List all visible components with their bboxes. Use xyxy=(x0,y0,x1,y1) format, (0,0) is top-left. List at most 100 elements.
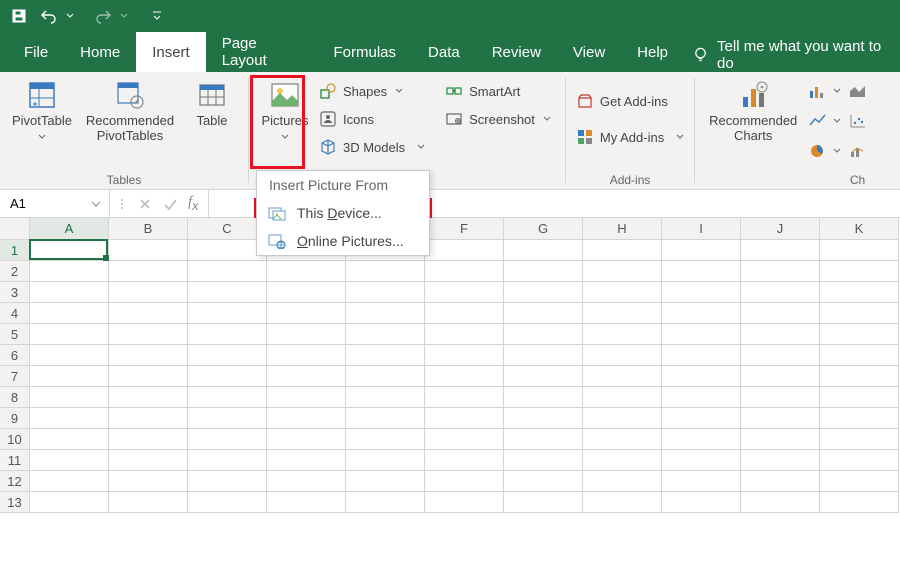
cell[interactable] xyxy=(30,345,109,366)
cell[interactable] xyxy=(267,492,346,513)
row-header[interactable]: 5 xyxy=(0,324,30,345)
cell[interactable] xyxy=(109,303,188,324)
row-header[interactable]: 7 xyxy=(0,366,30,387)
3d-models-button[interactable]: 3D Models xyxy=(319,136,425,158)
cell[interactable] xyxy=(820,471,899,492)
cell[interactable] xyxy=(583,387,662,408)
screenshot-button[interactable]: Screenshot xyxy=(445,108,551,130)
cell[interactable] xyxy=(583,408,662,429)
cell[interactable] xyxy=(741,471,820,492)
tab-formulas[interactable]: Formulas xyxy=(318,32,413,72)
chart-type-3-button[interactable] xyxy=(809,140,841,162)
cell[interactable] xyxy=(425,492,504,513)
cells-area[interactable] xyxy=(30,240,900,581)
customize-qa-button[interactable] xyxy=(144,3,170,29)
row-header[interactable]: 4 xyxy=(0,303,30,324)
chart-type-5-button[interactable] xyxy=(849,110,867,132)
cell[interactable] xyxy=(188,429,267,450)
cell[interactable] xyxy=(109,408,188,429)
cell[interactable] xyxy=(425,387,504,408)
cell[interactable] xyxy=(504,282,583,303)
cell[interactable] xyxy=(30,492,109,513)
cell[interactable] xyxy=(583,429,662,450)
column-header[interactable]: H xyxy=(583,218,662,240)
select-all-corner[interactable] xyxy=(0,218,30,240)
cell[interactable] xyxy=(30,429,109,450)
cell[interactable] xyxy=(504,324,583,345)
cell[interactable] xyxy=(583,261,662,282)
cell[interactable] xyxy=(188,408,267,429)
online-pictures-item[interactable]: Online Pictures... xyxy=(257,227,429,255)
cell[interactable] xyxy=(188,303,267,324)
cell[interactable] xyxy=(109,471,188,492)
cell[interactable] xyxy=(346,345,425,366)
enter-icon[interactable] xyxy=(162,197,178,211)
cell[interactable] xyxy=(425,282,504,303)
row-header[interactable]: 8 xyxy=(0,387,30,408)
cell[interactable] xyxy=(267,471,346,492)
cell[interactable] xyxy=(267,303,346,324)
cell[interactable] xyxy=(820,261,899,282)
recommended-charts-button[interactable]: Recommended Charts xyxy=(705,76,801,146)
cell[interactable] xyxy=(741,240,820,261)
cell[interactable] xyxy=(820,408,899,429)
cell[interactable] xyxy=(30,282,109,303)
cell[interactable] xyxy=(267,408,346,429)
row-header[interactable]: 13 xyxy=(0,492,30,513)
chart-type-1-button[interactable] xyxy=(809,80,841,102)
icons-button[interactable]: Icons xyxy=(319,108,425,130)
cell[interactable] xyxy=(662,324,741,345)
get-addins-button[interactable]: Get Add-ins xyxy=(576,90,684,112)
cell[interactable] xyxy=(188,366,267,387)
cell[interactable] xyxy=(30,240,109,261)
cell[interactable] xyxy=(820,240,899,261)
column-header[interactable]: I xyxy=(662,218,741,240)
cell[interactable] xyxy=(425,471,504,492)
cell[interactable] xyxy=(741,492,820,513)
cell[interactable] xyxy=(662,345,741,366)
name-box[interactable] xyxy=(0,190,110,217)
cell[interactable] xyxy=(425,366,504,387)
cell[interactable] xyxy=(504,387,583,408)
smartart-button[interactable]: SmartArt xyxy=(445,80,551,102)
cell[interactable] xyxy=(188,345,267,366)
tell-me-search[interactable]: Tell me what you want to do xyxy=(692,38,892,72)
cell[interactable] xyxy=(188,492,267,513)
cell[interactable] xyxy=(662,240,741,261)
cell[interactable] xyxy=(820,492,899,513)
tab-home[interactable]: Home xyxy=(64,32,136,72)
row-header[interactable]: 1 xyxy=(0,240,30,261)
cell[interactable] xyxy=(820,366,899,387)
row-header[interactable]: 12 xyxy=(0,471,30,492)
cell[interactable] xyxy=(425,450,504,471)
cell[interactable] xyxy=(820,303,899,324)
cell[interactable] xyxy=(109,261,188,282)
cell[interactable] xyxy=(583,450,662,471)
column-header[interactable]: A xyxy=(30,218,109,240)
cell[interactable] xyxy=(820,450,899,471)
cell[interactable] xyxy=(583,492,662,513)
cell[interactable] xyxy=(662,303,741,324)
cell[interactable] xyxy=(346,387,425,408)
cell[interactable] xyxy=(662,282,741,303)
cell[interactable] xyxy=(741,324,820,345)
cell[interactable] xyxy=(109,282,188,303)
cell[interactable] xyxy=(662,429,741,450)
worksheet-grid[interactable]: ABCDEFGHIJK 12345678910111213 xyxy=(0,218,900,581)
cell[interactable] xyxy=(504,345,583,366)
shapes-button[interactable]: Shapes xyxy=(319,80,425,102)
pivottable-button[interactable]: PivotTable xyxy=(10,76,74,146)
cell[interactable] xyxy=(30,261,109,282)
cell[interactable] xyxy=(820,282,899,303)
cell[interactable] xyxy=(30,408,109,429)
chevron-down-icon[interactable] xyxy=(91,200,101,208)
cell[interactable] xyxy=(109,450,188,471)
row-header[interactable]: 10 xyxy=(0,429,30,450)
cell[interactable] xyxy=(30,366,109,387)
cell[interactable] xyxy=(820,345,899,366)
name-box-input[interactable] xyxy=(8,195,68,212)
cell[interactable] xyxy=(662,450,741,471)
cell[interactable] xyxy=(820,387,899,408)
cell[interactable] xyxy=(425,408,504,429)
table-button[interactable]: Table xyxy=(186,76,238,131)
